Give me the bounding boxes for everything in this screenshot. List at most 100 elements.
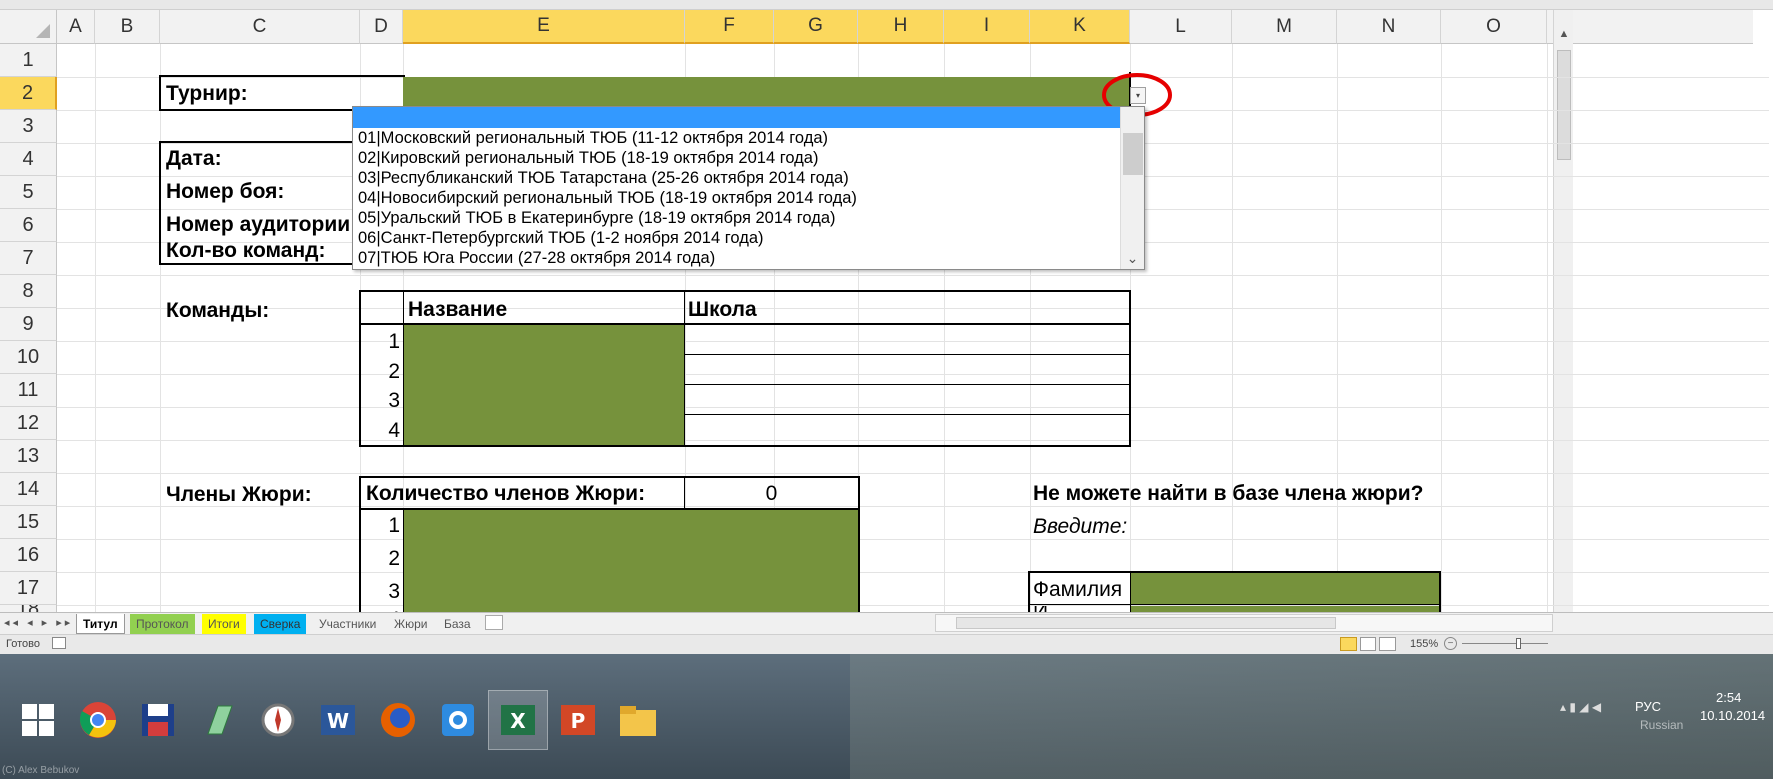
- col-header-f[interactable]: F: [685, 10, 774, 44]
- vertical-scrollbar[interactable]: ▲: [1553, 10, 1573, 612]
- row-header-17[interactable]: 17: [0, 572, 57, 605]
- macro-record-icon[interactable]: [52, 637, 66, 649]
- clock-time[interactable]: 2:54: [1716, 690, 1741, 706]
- tray-icons[interactable]: ▴ ▮ ◢ ◀: [1560, 700, 1601, 714]
- view-buttons-icon[interactable]: [1340, 637, 1397, 651]
- col-header-o[interactable]: O: [1441, 10, 1547, 44]
- new-sheet-icon[interactable]: [485, 615, 503, 630]
- jury-count-label: Количество членов Жюри:: [366, 482, 646, 505]
- team-school-cells[interactable]: [686, 325, 1129, 445]
- tab-nav-arrows-icon[interactable]: ◂◂ ◂ ▸ ▸▸: [4, 614, 73, 632]
- col-header-e[interactable]: E: [403, 10, 685, 44]
- jury-count-value[interactable]: 0: [685, 477, 858, 510]
- row-header-13[interactable]: 13: [0, 440, 57, 473]
- row-header-12[interactable]: 12: [0, 407, 57, 440]
- dropdown-option-5[interactable]: 05|Уральский ТЮБ в Екатеринбурге (18-19 …: [358, 208, 836, 229]
- row-header-3[interactable]: 3: [0, 110, 57, 143]
- col-header-n[interactable]: N: [1337, 10, 1441, 44]
- col-header-h[interactable]: H: [858, 10, 944, 44]
- compass-icon[interactable]: [248, 690, 308, 750]
- col-header-i[interactable]: I: [944, 10, 1030, 44]
- zoom-level[interactable]: 155%: [1410, 636, 1438, 652]
- dropdown-option-1[interactable]: 01|Московский региональный ТЮБ (11-12 ок…: [358, 128, 828, 149]
- row-header-7[interactable]: 7: [0, 242, 57, 275]
- status-ready: Готово: [6, 638, 40, 650]
- col-header-d[interactable]: D: [360, 10, 403, 44]
- sheet-tab-protokol[interactable]: Протокол: [130, 614, 195, 634]
- svg-text:P: P: [571, 709, 586, 733]
- h-scroll-thumb[interactable]: [956, 617, 1336, 629]
- sheet-tab-itogi[interactable]: Итоги: [202, 614, 246, 634]
- save-disk-icon[interactable]: [128, 690, 188, 750]
- jury-member-cells[interactable]: [404, 510, 858, 626]
- select-all-corner[interactable]: [0, 10, 57, 44]
- col-header-b[interactable]: B: [95, 10, 160, 44]
- dropdown-option-6[interactable]: 06|Санкт-Петербургский ТЮБ (1-2 ноября 2…: [358, 228, 764, 249]
- wallpaper-text: Russian: [1640, 718, 1684, 732]
- formula-bar-edge: [0, 0, 1773, 10]
- col-header-c[interactable]: C: [160, 10, 360, 44]
- teams-label: Команды:: [166, 299, 270, 322]
- row-header-11[interactable]: 11: [0, 374, 57, 407]
- col-header-a[interactable]: A: [57, 10, 95, 44]
- row-header-9[interactable]: 9: [0, 308, 57, 341]
- chrome-icon[interactable]: [68, 690, 128, 750]
- corner-watermark: (C) Alex Bebukov: [2, 765, 80, 776]
- battle-number-label: Номер боя:: [166, 180, 285, 203]
- row-header-10[interactable]: 10: [0, 341, 57, 374]
- folder-icon[interactable]: [608, 690, 668, 750]
- excel-window: A B C D E F G H I K L M N O ▲ 1 2 3 4 5 …: [0, 0, 1773, 779]
- row-header-4[interactable]: 4: [0, 143, 57, 176]
- horizontal-scrollbar[interactable]: [935, 614, 1553, 632]
- taskbar-wallpaper-strip: [850, 654, 1773, 779]
- svg-text:X: X: [510, 709, 526, 733]
- app-blue-icon[interactable]: [428, 690, 488, 750]
- row-header-16[interactable]: 16: [0, 539, 57, 572]
- row-header-8[interactable]: 8: [0, 275, 57, 308]
- sheet-tab-baza[interactable]: База: [438, 614, 477, 634]
- row-header-6[interactable]: 6: [0, 209, 57, 242]
- team-name-cells[interactable]: [404, 325, 684, 445]
- sheet-tab-sverka[interactable]: Сверка: [254, 614, 307, 634]
- powerpoint-icon[interactable]: P: [548, 690, 608, 750]
- dropdown-scroll-down-icon[interactable]: ⌄: [1121, 250, 1144, 267]
- jury-help-question: Не можете найти в базе члена жюри?: [1033, 482, 1424, 505]
- sheet-tab-uchastniki[interactable]: Участники: [313, 614, 382, 634]
- jury-help-enter: Введите:: [1033, 515, 1128, 538]
- tournament-dropdown-list[interactable]: 01|Московский региональный ТЮБ (11-12 ок…: [352, 106, 1145, 270]
- row-header-15[interactable]: 15: [0, 506, 57, 539]
- windows-start-icon[interactable]: [8, 690, 68, 750]
- dropdown-scroll-thumb[interactable]: [1123, 133, 1143, 175]
- word-icon[interactable]: W: [308, 690, 368, 750]
- dropdown-scrollbar[interactable]: ⌄: [1120, 107, 1144, 269]
- surname-label: Фамилия: [1033, 578, 1123, 601]
- col-header-k[interactable]: K: [1030, 10, 1130, 44]
- svg-text:W: W: [327, 709, 349, 733]
- row-header-1[interactable]: 1: [0, 44, 57, 77]
- col-header-g[interactable]: G: [774, 10, 858, 44]
- clock-date[interactable]: 10.10.2014: [1700, 708, 1765, 724]
- team-row-1: 1: [388, 330, 400, 353]
- dropdown-option-7[interactable]: 07|ТЮБ Юга России (27-28 октября 2014 го…: [358, 248, 715, 269]
- dropdown-highlighted-empty-option[interactable]: [353, 107, 1121, 128]
- col-header-l[interactable]: L: [1130, 10, 1232, 44]
- col-header-m[interactable]: M: [1232, 10, 1337, 44]
- zoom-slider[interactable]: −: [1440, 636, 1570, 652]
- row-header-14[interactable]: 14: [0, 473, 57, 506]
- row-header-2[interactable]: 2: [0, 77, 57, 110]
- team-row-3: 3: [388, 389, 400, 412]
- row-header-5[interactable]: 5: [0, 176, 57, 209]
- tournament-select-cell[interactable]: [403, 77, 1130, 109]
- firefox-icon[interactable]: [368, 690, 428, 750]
- language-indicator[interactable]: РУС: [1635, 699, 1661, 715]
- dropdown-option-3[interactable]: 03|Республиканский ТЮБ Татарстана (25-26…: [358, 168, 849, 189]
- surname-input[interactable]: [1131, 573, 1439, 604]
- dropdown-option-4[interactable]: 04|Новосибирский региональный ТЮБ (18-19…: [358, 188, 857, 209]
- sheet-tab-titul[interactable]: Титул: [76, 614, 125, 634]
- excel-icon[interactable]: X: [488, 690, 548, 750]
- scroll-up-arrow-icon[interactable]: ▲: [1554, 28, 1574, 40]
- dropdown-option-2[interactable]: 02|Кировский региональный ТЮБ (18-19 окт…: [358, 148, 818, 169]
- teams-header-school: Школа: [688, 298, 757, 321]
- notepad-icon[interactable]: [188, 690, 248, 750]
- sheet-tab-zhyuri[interactable]: Жюри: [388, 614, 433, 634]
